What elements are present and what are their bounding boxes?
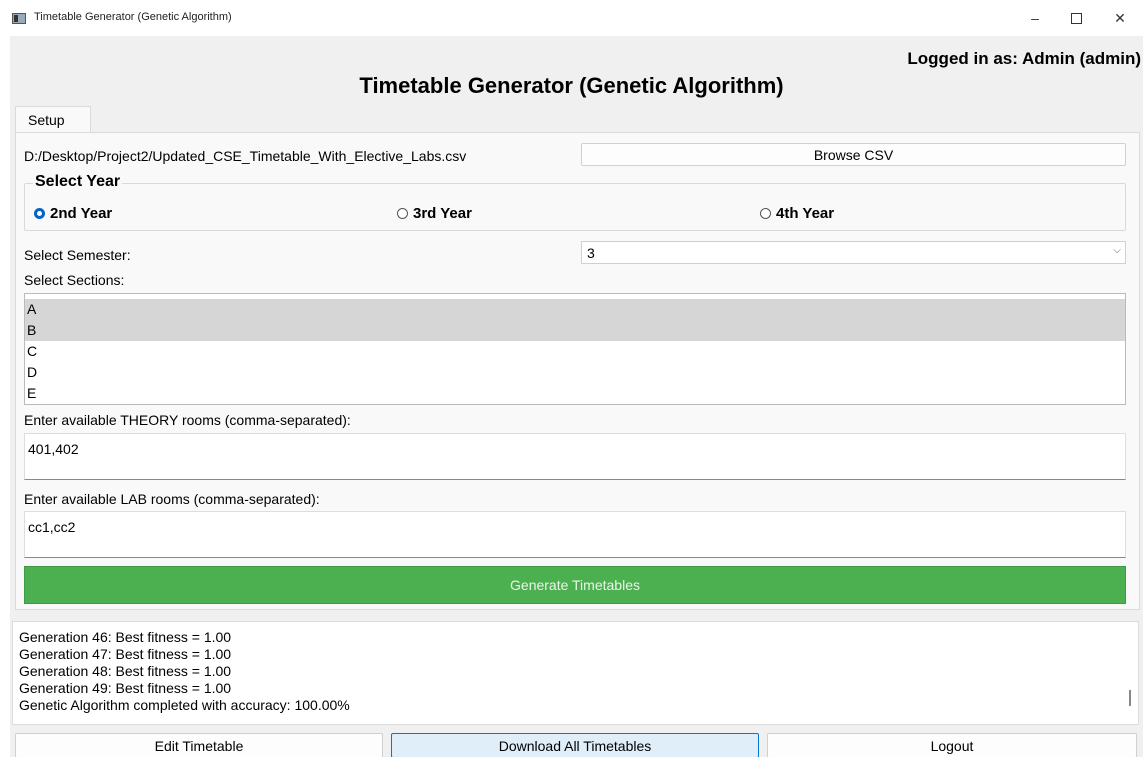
- theory-rooms-input[interactable]: 401,402: [24, 433, 1126, 480]
- log-output[interactable]: Generation 46: Best fitness = 1.00 Gener…: [12, 621, 1139, 725]
- semester-select[interactable]: 3 ⌵: [581, 241, 1126, 264]
- logout-button[interactable]: Logout: [767, 733, 1137, 757]
- browse-csv-button[interactable]: Browse CSV: [581, 143, 1126, 166]
- semester-label: Select Semester:: [24, 247, 131, 263]
- generate-timetables-button[interactable]: Generate Timetables: [24, 566, 1126, 604]
- log-line: Generation 47: Best fitness = 1.00: [19, 646, 232, 662]
- maximize-button[interactable]: [1059, 6, 1093, 30]
- chevron-down-icon: ⌵: [1113, 245, 1121, 256]
- lab-rooms-label: Enter available LAB rooms (comma-separat…: [24, 491, 320, 507]
- csv-path-label: D:/Desktop/Project2/Updated_CSE_Timetabl…: [24, 148, 467, 164]
- year-group-label: Select Year: [33, 173, 123, 191]
- log-line: Generation 48: Best fitness = 1.00: [19, 663, 232, 679]
- minimize-button[interactable]: –: [1018, 6, 1052, 30]
- radio-label: 4th Year: [776, 205, 835, 222]
- radio-label: 3rd Year: [413, 205, 472, 222]
- sections-listbox[interactable]: A B C D E: [24, 293, 1126, 405]
- lab-rooms-input[interactable]: cc1,cc2: [24, 511, 1126, 558]
- list-item[interactable]: C: [25, 341, 1125, 362]
- close-button[interactable]: ✕: [1103, 6, 1137, 30]
- log-line: Generation 49: Best fitness = 1.00: [19, 680, 232, 696]
- semester-value: 3: [587, 245, 595, 261]
- list-item[interactable]: B: [25, 320, 1125, 341]
- radio-unselected-icon: [760, 208, 771, 219]
- year-groupbox: [24, 183, 1126, 231]
- radio-selected-icon: [34, 208, 45, 219]
- radio-unselected-icon: [397, 208, 408, 219]
- radio-2nd-year[interactable]: 2nd Year: [34, 205, 112, 222]
- sections-label: Select Sections:: [24, 272, 125, 288]
- page-title: Timetable Generator (Genetic Algorithm): [359, 73, 784, 98]
- radio-3rd-year[interactable]: 3rd Year: [397, 205, 472, 222]
- download-all-timetables-button[interactable]: Download All Timetables: [391, 733, 759, 757]
- radio-label: 2nd Year: [50, 205, 113, 222]
- list-item[interactable]: D: [25, 362, 1125, 383]
- maximize-icon: [1070, 12, 1082, 24]
- scrollbar-thumb[interactable]: [1129, 690, 1131, 706]
- list-item[interactable]: A: [25, 299, 1125, 320]
- tab-setup[interactable]: Setup: [15, 106, 91, 132]
- list-item[interactable]: E: [25, 383, 1125, 404]
- theory-rooms-label: Enter available THEORY rooms (comma-sepa…: [24, 412, 351, 428]
- log-line: Genetic Algorithm completed with accurac…: [19, 697, 350, 713]
- radio-4th-year[interactable]: 4th Year: [760, 205, 834, 222]
- window-title: Timetable Generator (Genetic Algorithm): [34, 11, 232, 23]
- log-line: Generation 46: Best fitness = 1.00: [19, 629, 232, 645]
- app-icon: [12, 13, 26, 24]
- logged-in-label: Logged in as: Admin (admin): [907, 49, 1141, 68]
- setup-panel: D:/Desktop/Project2/Updated_CSE_Timetabl…: [15, 132, 1140, 610]
- title-bar: Timetable Generator (Genetic Algorithm) …: [0, 0, 1143, 36]
- edit-timetable-button[interactable]: Edit Timetable: [15, 733, 383, 757]
- app-window: Logged in as: Admin (admin) Timetable Ge…: [10, 36, 1143, 757]
